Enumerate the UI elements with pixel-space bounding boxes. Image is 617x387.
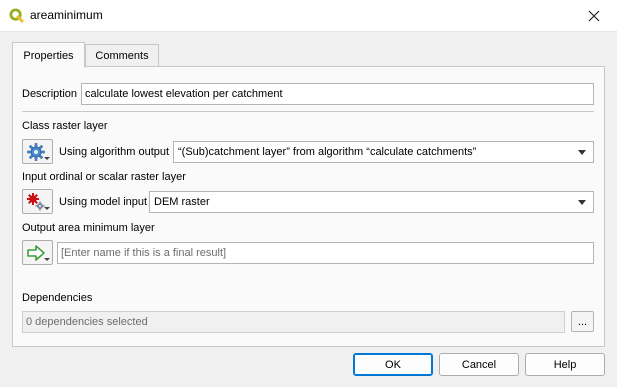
dependencies-field: 0 dependencies selected <box>22 311 565 333</box>
input-raster-select[interactable]: DEM raster <box>149 191 594 213</box>
tab-comments-label: Comments <box>95 49 149 62</box>
window-title: areaminimum <box>30 8 103 22</box>
output-source-button[interactable] <box>22 240 53 265</box>
description-input[interactable]: calculate lowest elevation per catchment <box>81 83 594 105</box>
cancel-button[interactable]: Cancel <box>439 353 519 376</box>
qgis-icon <box>9 8 24 23</box>
chevron-down-icon <box>44 157 50 160</box>
chevron-down-icon <box>44 258 50 261</box>
tab-comments[interactable]: Comments <box>85 44 159 66</box>
class-raster-source-label: Using algorithm output <box>59 146 170 158</box>
dependencies-browse-label: ... <box>577 315 588 328</box>
class-raster-label: Class raster layer <box>22 120 108 132</box>
model-input-icon <box>27 193 45 211</box>
tab-properties-label: Properties <box>23 49 74 62</box>
dependencies-label: Dependencies <box>22 292 93 304</box>
class-raster-source-button[interactable] <box>22 139 53 164</box>
dropdown-arrow-icon <box>578 200 586 205</box>
description-label: Description <box>22 88 78 100</box>
input-raster-source-button[interactable] <box>22 189 53 214</box>
title-bar: areaminimum <box>0 0 617 32</box>
algorithm-gear-icon <box>27 143 45 161</box>
input-raster-source-label: Using model input <box>59 196 148 208</box>
model-output-arrow-icon <box>27 245 45 261</box>
output-name-input[interactable]: [Enter name if this is a final result] <box>57 242 594 264</box>
help-button[interactable]: Help <box>525 353 605 376</box>
ok-button[interactable]: OK <box>353 353 433 376</box>
tab-properties[interactable]: Properties <box>12 42 85 68</box>
output-label: Output area minimum layer <box>22 222 155 234</box>
input-raster-selected: DEM raster <box>154 196 210 208</box>
class-raster-select[interactable]: “(Sub)catchment layer” from algorithm “c… <box>173 141 594 163</box>
close-icon <box>588 10 600 22</box>
chevron-down-icon <box>44 207 50 210</box>
class-raster-selected: “(Sub)catchment layer” from algorithm “c… <box>178 146 477 158</box>
input-raster-label: Input ordinal or scalar raster layer <box>22 171 186 183</box>
close-button[interactable] <box>571 0 617 32</box>
separator <box>22 111 594 112</box>
dependencies-browse-button[interactable]: ... <box>571 311 594 332</box>
dropdown-arrow-icon <box>578 150 586 155</box>
